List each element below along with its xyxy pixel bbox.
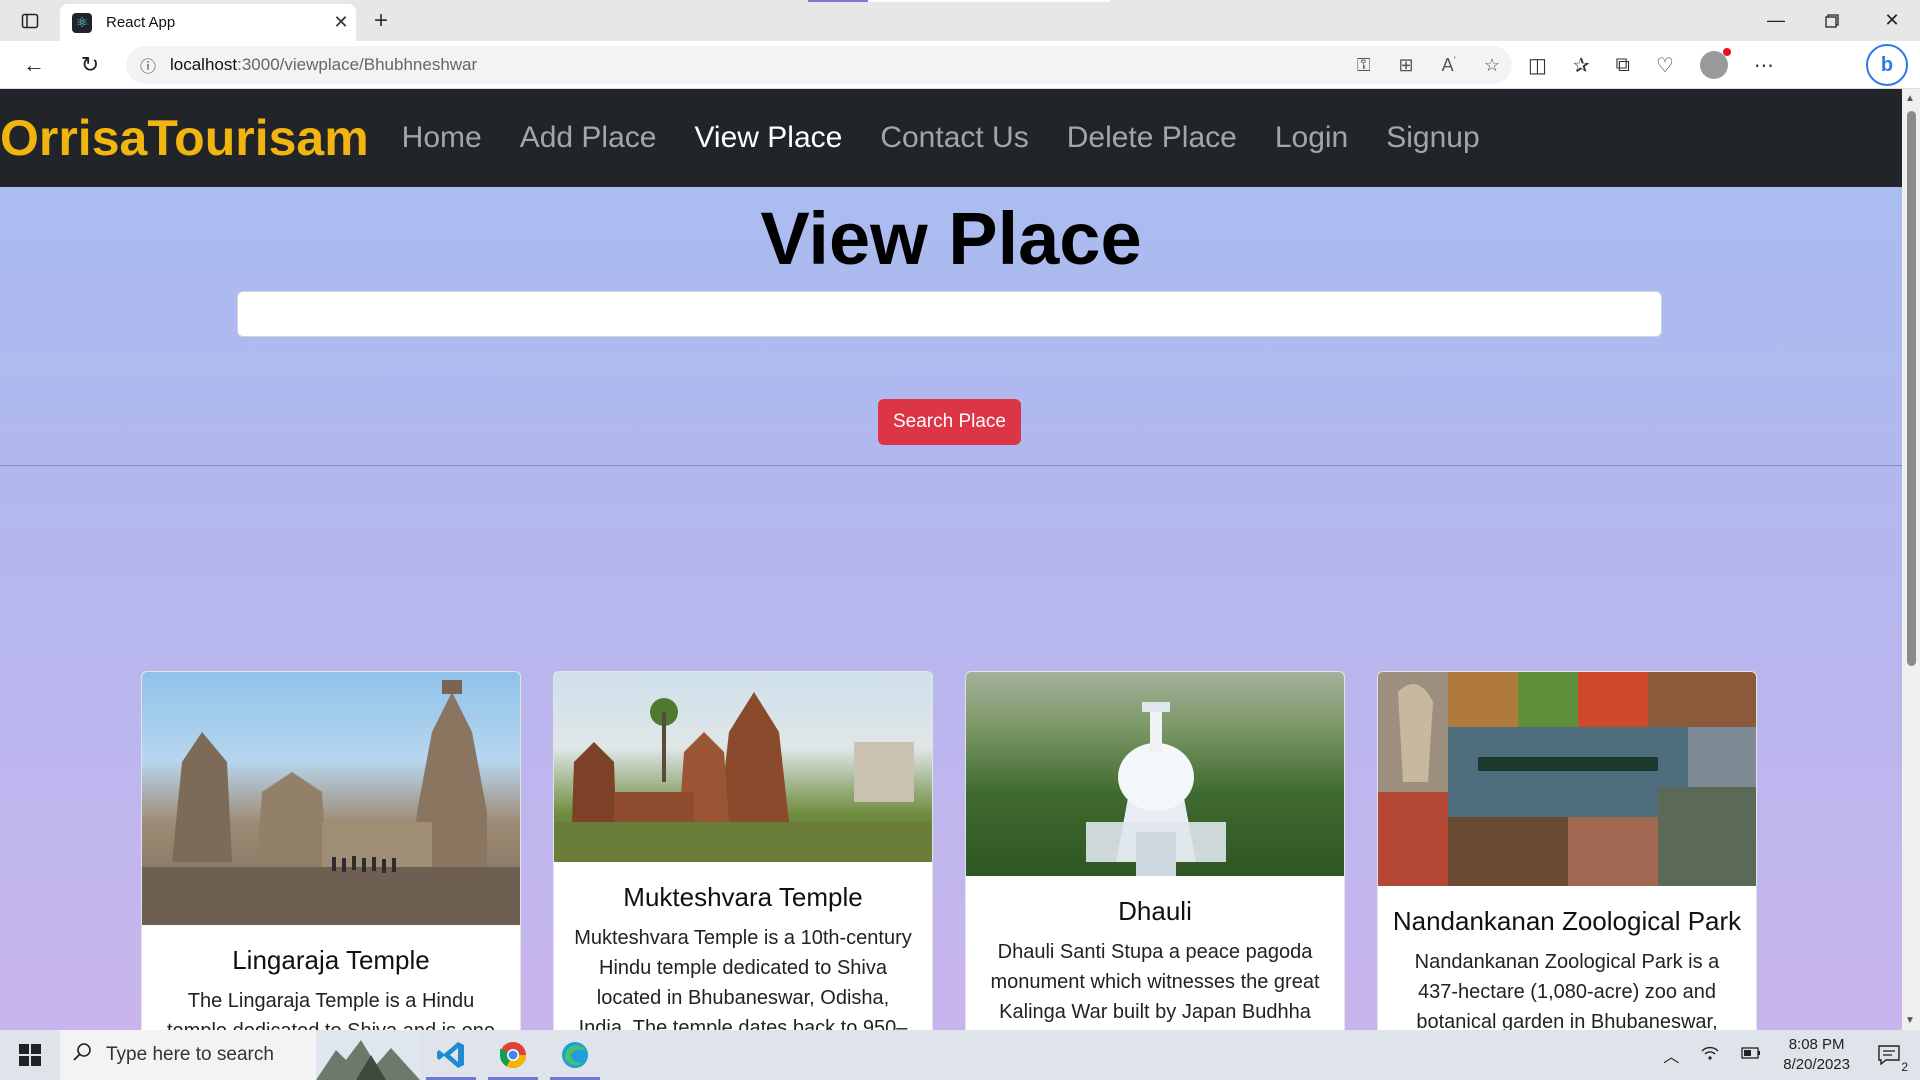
mukteshvara-temple-image xyxy=(554,672,932,862)
url-path: :3000/viewplace/Bhubhneshwar xyxy=(237,55,478,74)
browser-toolbar: ← ↻ ⓘ localhost :3000/viewplace/Bhubhnes… xyxy=(0,41,1920,89)
place-card-mukteshvara[interactable]: Mukteshvara Temple Mukteshvara Temple is… xyxy=(553,671,933,1030)
nav-link-delete-place[interactable]: Delete Place xyxy=(1067,121,1237,155)
card-text: Nandankanan Zoological Park is a 437-hec… xyxy=(1414,951,1720,1030)
vscode-icon xyxy=(437,1042,464,1068)
restore-button[interactable] xyxy=(1804,0,1860,41)
taskbar-clock[interactable]: 8:08 PM 8/20/2023 xyxy=(1783,1035,1850,1075)
clock-date: 8/20/2023 xyxy=(1783,1056,1850,1073)
tabstrip-indicator-light xyxy=(868,0,1110,2)
taskbar-edge[interactable] xyxy=(544,1030,606,1080)
nav-link-signup[interactable]: Signup xyxy=(1386,121,1479,155)
key-icon[interactable]: ⚿ xyxy=(1357,55,1371,76)
search-place-button[interactable]: Search Place xyxy=(878,399,1021,445)
apps-icon[interactable]: ⊞ xyxy=(1399,55,1414,76)
chrome-icon xyxy=(499,1042,527,1069)
dhauli-stupa-image xyxy=(966,672,1344,876)
scroll-down-icon[interactable]: ▼ xyxy=(1905,1015,1915,1026)
page-title: View Place xyxy=(760,197,1142,280)
site-navbar: OrrisaTourisam Home Add Place View Place… xyxy=(0,89,1902,187)
split-screen-icon[interactable]: ◫ xyxy=(1528,53,1547,78)
search-icon xyxy=(72,1042,92,1068)
reload-button[interactable]: ↻ xyxy=(72,47,108,83)
place-card-nandankanan[interactable]: Nandankanan Zoological Park Nandankanan … xyxy=(1377,671,1757,1030)
card-text: Dhauli Santi Stupa a peace pagoda monume… xyxy=(990,941,1320,1023)
nav-link-add-place[interactable]: Add Place xyxy=(520,121,657,155)
new-tab-button[interactable]: + xyxy=(366,6,396,36)
section-divider xyxy=(0,465,1902,466)
edge-icon xyxy=(562,1042,588,1068)
page-scrollbar[interactable]: ▲ ▼ xyxy=(1902,89,1920,1030)
taskbar-search-placeholder: Type here to search xyxy=(106,1044,274,1065)
place-card-lingaraja[interactable]: Lingaraja Temple The Lingaraja Temple is… xyxy=(141,671,521,1030)
browser-tab-active[interactable]: ⚛ React App ✕ xyxy=(60,4,356,41)
scroll-up-icon[interactable]: ▲ xyxy=(1905,93,1915,104)
show-hidden-icons-icon[interactable]: ︿ xyxy=(1663,1043,1679,1067)
read-aloud-icon[interactable]: Aʼ xyxy=(1442,55,1456,76)
back-button[interactable]: ← xyxy=(16,47,52,83)
card-title: Mukteshvara Temple xyxy=(623,882,863,912)
card-title: Nandankanan Zoological Park xyxy=(1392,906,1742,936)
close-window-button[interactable]: ✕ xyxy=(1864,0,1920,41)
collections-icon[interactable]: ⧉ xyxy=(1616,54,1630,77)
nandankanan-zoo-collage-image xyxy=(1378,672,1756,886)
notification-center-icon[interactable]: 2 xyxy=(1872,1038,1908,1074)
windows-start-icon[interactable] xyxy=(0,1030,60,1080)
bing-chat-icon[interactable]: b xyxy=(1866,44,1908,86)
taskbar-search-box[interactable]: Type here to search xyxy=(60,1030,420,1080)
profile-avatar[interactable] xyxy=(1699,48,1731,79)
react-favicon-icon: ⚛ xyxy=(72,12,92,33)
card-text: The Lingaraja Temple is a Hindu temple d… xyxy=(167,990,495,1030)
tab-actions-icon[interactable] xyxy=(2,0,58,41)
search-highlight-image xyxy=(316,1030,420,1080)
card-title: Dhauli xyxy=(1118,896,1192,926)
battery-icon[interactable] xyxy=(1741,1046,1761,1064)
nav-link-view-place[interactable]: View Place xyxy=(694,121,842,155)
more-options-icon[interactable]: ⋯ xyxy=(1754,53,1774,78)
card-title: Lingaraja Temple xyxy=(232,945,430,975)
tabstrip-indicator xyxy=(808,0,868,2)
address-bar[interactable]: ⓘ localhost :3000/viewplace/Bhubhneshwar… xyxy=(126,46,1512,84)
browser-tab-bar: ⚛ React App ✕ + — ✕ xyxy=(0,0,1920,41)
browser-essentials-icon[interactable]: ♡ xyxy=(1656,53,1674,78)
taskbar-vscode[interactable] xyxy=(420,1030,482,1080)
notification-count: 2 xyxy=(1901,1060,1908,1074)
nav-link-home[interactable]: Home xyxy=(402,121,482,155)
url-host: localhost xyxy=(170,55,238,74)
lingaraja-temple-image xyxy=(142,672,520,925)
card-text: Mukteshvara Temple is a 10th-century Hin… xyxy=(574,927,912,1030)
page-viewport: OrrisaTourisam Home Add Place View Place… xyxy=(0,89,1920,1030)
favorite-star-icon[interactable]: ☆ xyxy=(1484,55,1500,76)
nav-links: Home Add Place View Place Contact Us Del… xyxy=(383,121,1499,155)
nav-link-contact-us[interactable]: Contact Us xyxy=(880,121,1028,155)
network-icon[interactable] xyxy=(1701,1045,1719,1066)
scrollbar-thumb[interactable] xyxy=(1907,111,1916,666)
tab-title: React App xyxy=(106,14,176,31)
taskbar-chrome[interactable] xyxy=(482,1030,544,1080)
windows-taskbar: Type here to search ︿ 8:08 PM 8/20/2023 … xyxy=(0,1030,1920,1080)
minimize-button[interactable]: — xyxy=(1748,0,1804,41)
place-card-dhauli[interactable]: Dhauli Dhauli Santi Stupa a peace pagoda… xyxy=(965,671,1345,1030)
clock-time: 8:08 PM xyxy=(1788,1036,1845,1053)
close-tab-icon[interactable]: ✕ xyxy=(326,12,356,33)
nav-link-login[interactable]: Login xyxy=(1275,121,1348,155)
search-input[interactable] xyxy=(237,291,1662,337)
site-brand[interactable]: OrrisaTourisam xyxy=(0,109,369,167)
favorites-icon[interactable]: ✰ xyxy=(1573,53,1590,78)
site-info-icon[interactable]: ⓘ xyxy=(126,53,170,77)
system-tray: ︿ 8:08 PM 8/20/2023 2 xyxy=(1663,1030,1920,1080)
